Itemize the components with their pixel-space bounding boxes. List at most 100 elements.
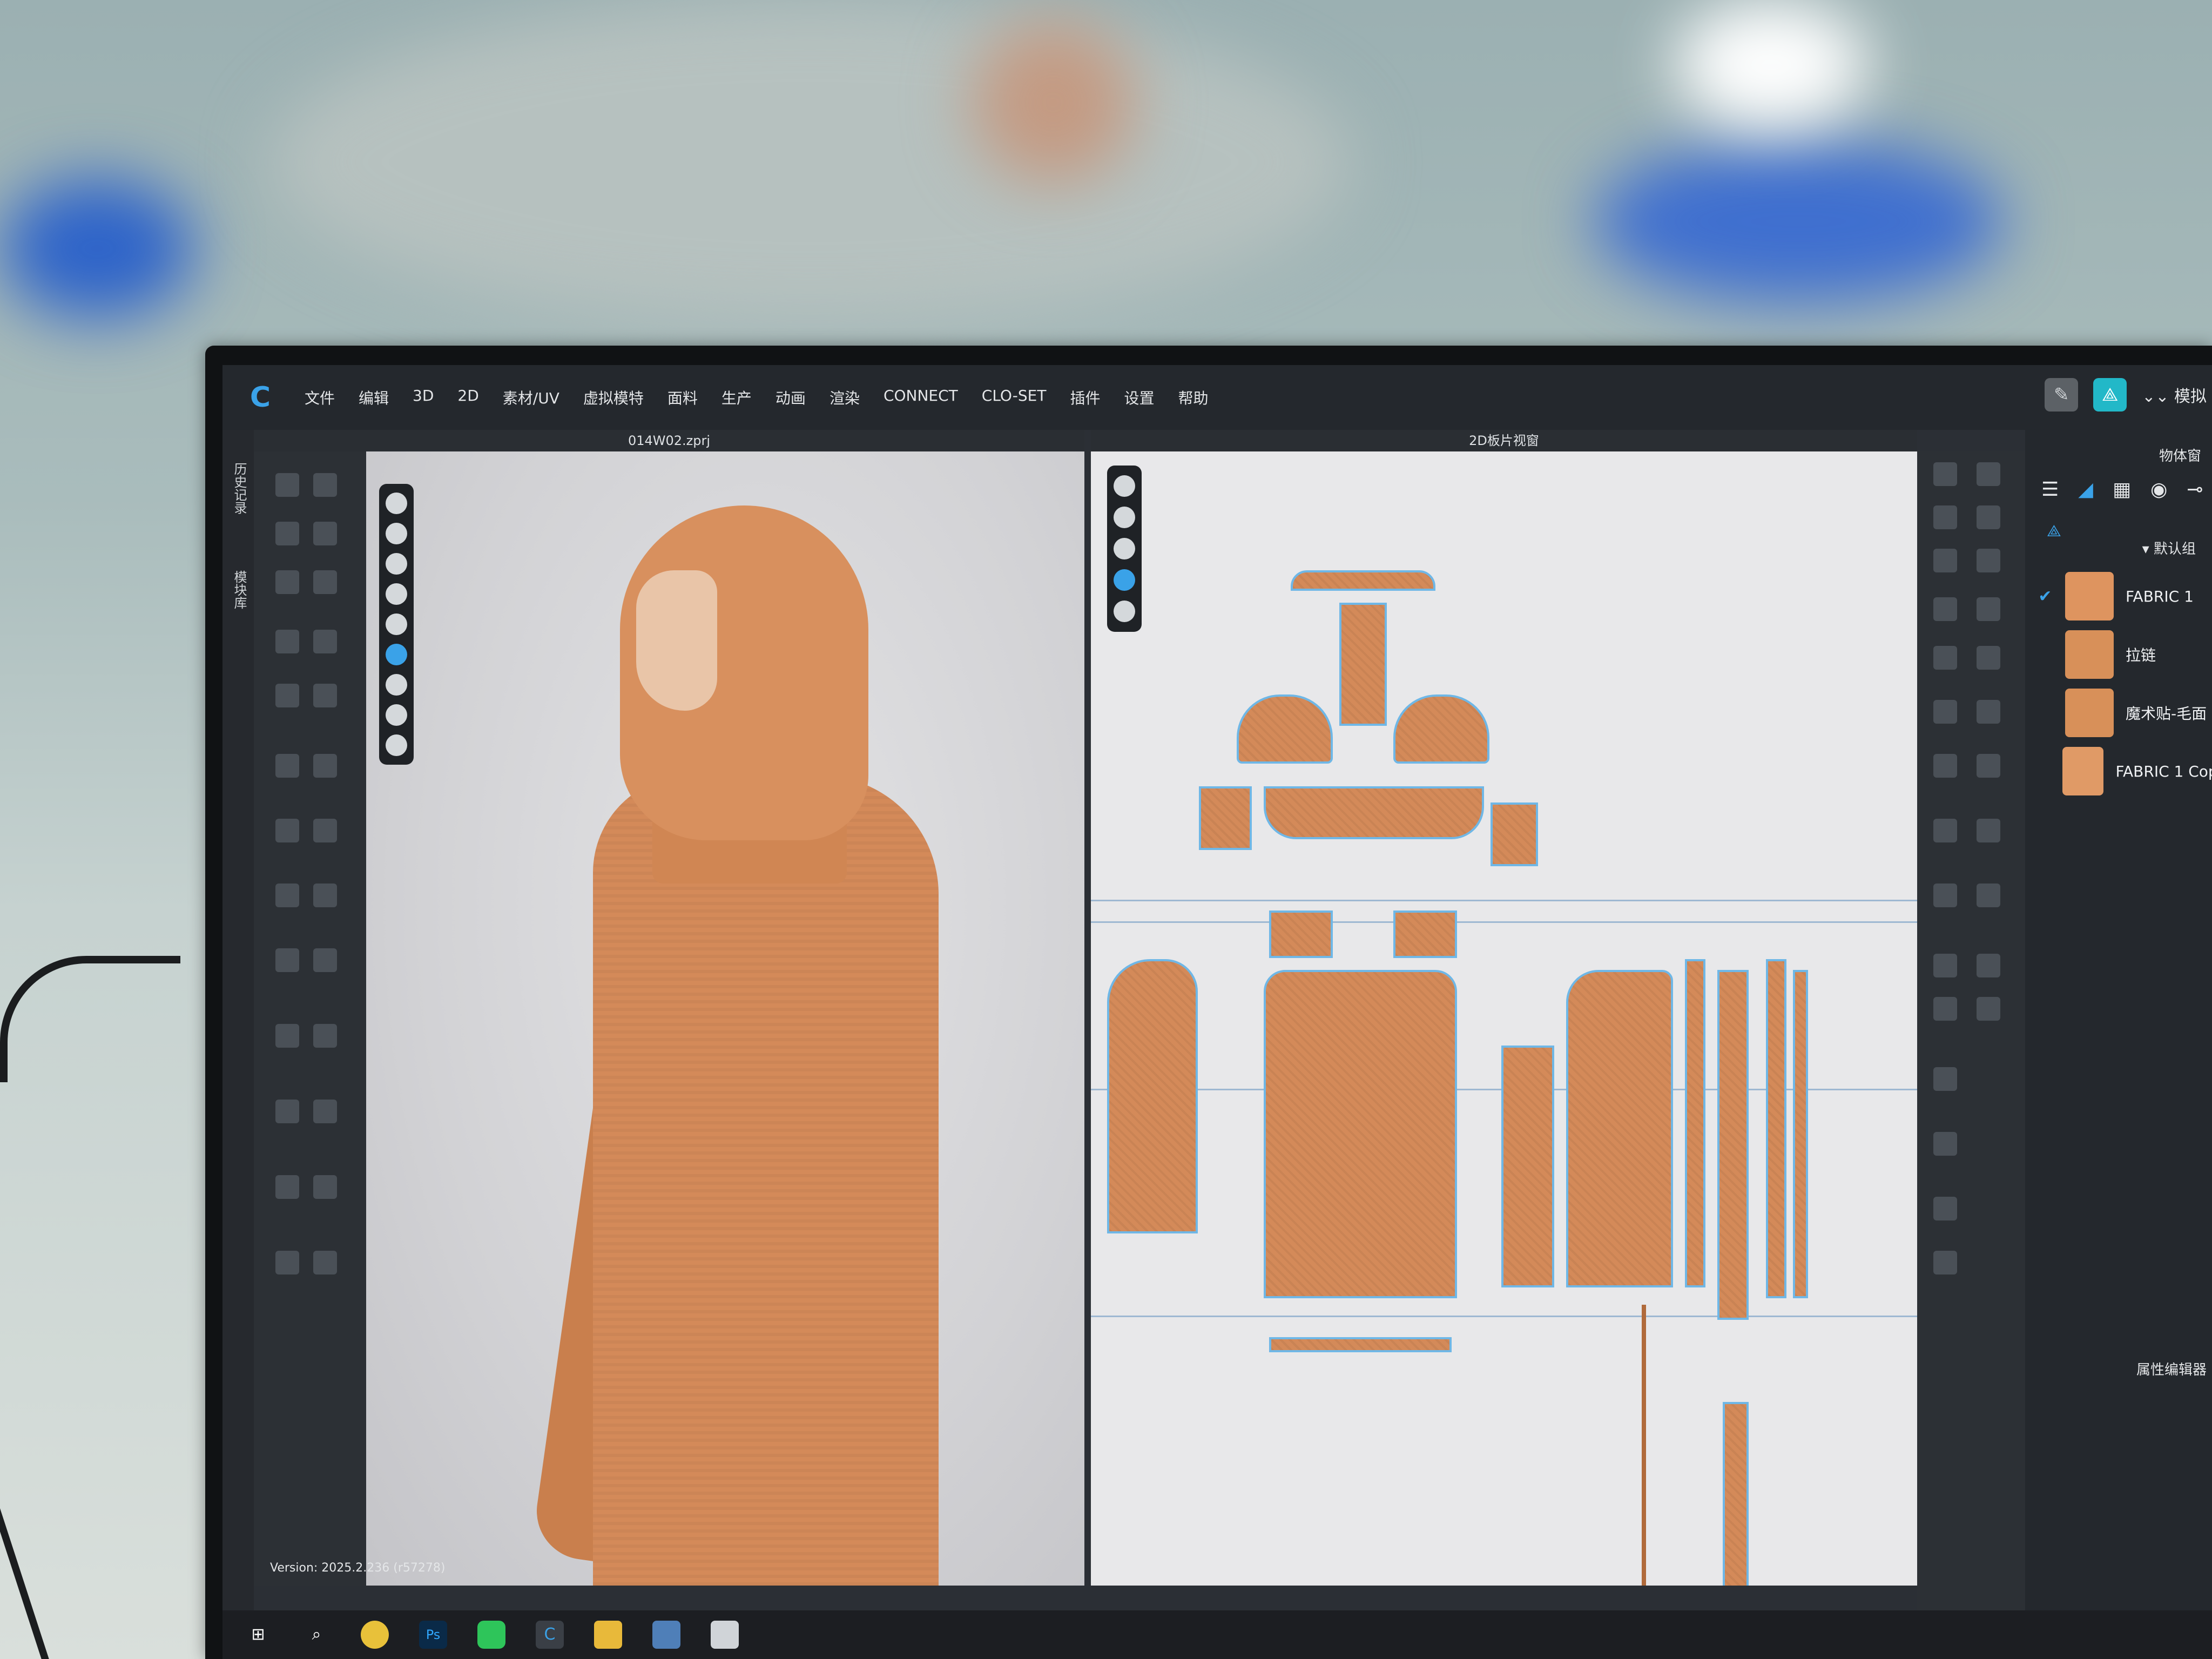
button-tab-icon[interactable]: ◉ xyxy=(2150,478,2167,501)
fabric-item[interactable]: 魔术贴-毛面 xyxy=(2036,687,2212,739)
shape-tool-icon[interactable] xyxy=(313,1175,337,1199)
fabric-tab-icon[interactable]: ◢ xyxy=(2078,478,2093,501)
viewport-3d[interactable] xyxy=(366,451,1084,1586)
pleat-tool-icon[interactable] xyxy=(1933,1067,1957,1091)
strap-tool-icon[interactable] xyxy=(275,1100,299,1123)
seam-allowance-icon[interactable] xyxy=(1977,884,2000,907)
pattern-piece[interactable] xyxy=(1264,970,1457,1298)
rectangle-tool-icon[interactable] xyxy=(1977,505,2000,529)
pattern-piece[interactable] xyxy=(1264,786,1484,839)
menu-settings[interactable]: 设置 xyxy=(1112,387,1166,408)
graphic-tool-icon[interactable] xyxy=(313,948,337,972)
measure-tool-icon[interactable] xyxy=(275,754,299,778)
pattern-piece[interactable] xyxy=(1393,911,1457,958)
check-sewing-icon[interactable] xyxy=(1933,754,1957,778)
iron-tool-icon[interactable] xyxy=(1977,646,2000,670)
brush-icon[interactable] xyxy=(386,674,407,696)
fold-2d-icon[interactable] xyxy=(1933,1197,1957,1220)
segment-sewing-icon[interactable] xyxy=(1933,700,1957,724)
photos-icon[interactable] xyxy=(652,1621,680,1649)
pattern-piece[interactable] xyxy=(1717,970,1749,1320)
tab-history[interactable]: 历史记录 xyxy=(230,462,249,514)
menu-avatar[interactable]: 虚拟模特 xyxy=(571,387,656,408)
file-explorer-icon[interactable] xyxy=(594,1621,622,1649)
pattern-piece[interactable] xyxy=(1685,959,1705,1287)
menu-connect[interactable]: CONNECT xyxy=(872,387,970,408)
lasso-tool-icon[interactable] xyxy=(1977,597,2000,621)
fold-tool-icon[interactable] xyxy=(313,630,337,653)
globe-icon[interactable] xyxy=(386,734,407,756)
pattern-piece[interactable] xyxy=(1199,786,1252,850)
ruler-tool-icon[interactable] xyxy=(1933,819,1957,842)
garment-coat[interactable] xyxy=(593,775,939,1586)
transform-tool-icon[interactable] xyxy=(275,522,299,545)
checker-icon[interactable]: ▦ xyxy=(2113,478,2131,501)
pattern-piece[interactable] xyxy=(1339,603,1387,726)
puckering-tool-icon[interactable] xyxy=(275,1024,299,1048)
transform-pattern-icon[interactable] xyxy=(1933,462,1957,486)
select-tool-icon[interactable] xyxy=(275,473,299,497)
menu-animation[interactable]: 动画 xyxy=(764,387,818,408)
menu-edit[interactable]: 编辑 xyxy=(347,387,401,408)
move-tool-icon[interactable] xyxy=(313,473,337,497)
clo-icon[interactable]: C xyxy=(536,1621,564,1649)
menu-help[interactable]: 帮助 xyxy=(1166,387,1220,408)
zigzag-tool-icon[interactable] xyxy=(1977,954,2000,977)
wechat-icon[interactable] xyxy=(477,1621,505,1649)
pen-icon[interactable] xyxy=(1114,475,1135,497)
fabric-item[interactable]: 拉链 xyxy=(2036,629,2212,680)
pattern-piece[interactable] xyxy=(1723,1402,1749,1586)
fabric-item[interactable]: FABRIC 1 Copy 1 xyxy=(2036,745,2212,797)
tack-tool-icon[interactable] xyxy=(313,684,337,707)
app-icon[interactable] xyxy=(711,1621,739,1649)
drape-tool-icon[interactable] xyxy=(313,1251,337,1274)
zipper-tab-icon[interactable]: ⊸ xyxy=(2187,478,2203,501)
free-sewing-icon[interactable] xyxy=(1977,700,2000,724)
measure-2d-icon[interactable] xyxy=(1977,819,2000,842)
polygon-tool-icon[interactable] xyxy=(1933,505,1957,529)
menu-production[interactable]: 生产 xyxy=(710,387,764,408)
clo-logo-icon[interactable]: C xyxy=(244,381,276,414)
texture-tool-icon[interactable] xyxy=(275,948,299,972)
shirt-icon[interactable] xyxy=(1114,507,1135,528)
wand-icon[interactable]: ✎ xyxy=(2045,378,2079,412)
list-icon[interactable]: ☰ xyxy=(2041,478,2059,501)
fabric-icon[interactable] xyxy=(1114,569,1135,591)
text-tool-icon[interactable] xyxy=(1933,954,1957,977)
points-icon[interactable] xyxy=(386,583,407,605)
pattern-piece[interactable] xyxy=(1107,959,1198,1233)
menu-fabric[interactable]: 面料 xyxy=(656,387,710,408)
search-icon[interactable]: ⌕ xyxy=(302,1621,331,1649)
menu-material-uv[interactable]: 素材/UV xyxy=(491,387,571,408)
display-mode-icon[interactable] xyxy=(386,493,407,514)
fabric-item[interactable]: ✔ FABRIC 1 xyxy=(2036,570,2212,622)
simulation-network-icon[interactable]: ⟁ xyxy=(2093,378,2127,412)
zipper-tool-icon[interactable] xyxy=(275,819,299,842)
garment-display-icon[interactable] xyxy=(386,523,407,544)
menu-render[interactable]: 渲染 xyxy=(818,387,872,408)
elastic-tool-icon[interactable] xyxy=(275,1175,299,1199)
shirt-tool-icon[interactable] xyxy=(1977,754,2000,778)
fitting-tool-icon[interactable] xyxy=(275,1251,299,1274)
pattern-piece[interactable] xyxy=(1793,970,1808,1298)
avatar-icon[interactable] xyxy=(386,613,407,635)
pen-tool-icon[interactable] xyxy=(313,570,337,594)
avatar-skin-icon[interactable] xyxy=(386,704,407,726)
pattern-piece[interactable] xyxy=(1642,1305,1646,1586)
dart-tool-icon[interactable] xyxy=(1977,549,2000,572)
tab-module-library[interactable]: 模块库 xyxy=(230,570,249,609)
photoshop-icon[interactable]: Ps xyxy=(419,1621,447,1649)
pattern-piece[interactable] xyxy=(1766,959,1786,1298)
pattern-piece[interactable] xyxy=(1393,694,1489,764)
gift-tool-icon[interactable] xyxy=(1933,1132,1957,1156)
garment-icon[interactable] xyxy=(1114,601,1135,622)
menu-3d[interactable]: 3D xyxy=(401,387,446,408)
bind-tool-icon[interactable] xyxy=(313,1100,337,1123)
pattern-piece[interactable] xyxy=(1501,1046,1554,1287)
menu-file[interactable]: 文件 xyxy=(293,387,347,408)
internal-polygon-icon[interactable] xyxy=(1933,549,1957,572)
menu-clo-set[interactable]: CLO-SET xyxy=(970,387,1058,408)
pin-tool-icon[interactable] xyxy=(275,570,299,594)
chrome-icon[interactable] xyxy=(361,1621,389,1649)
info-icon[interactable] xyxy=(1114,538,1135,559)
